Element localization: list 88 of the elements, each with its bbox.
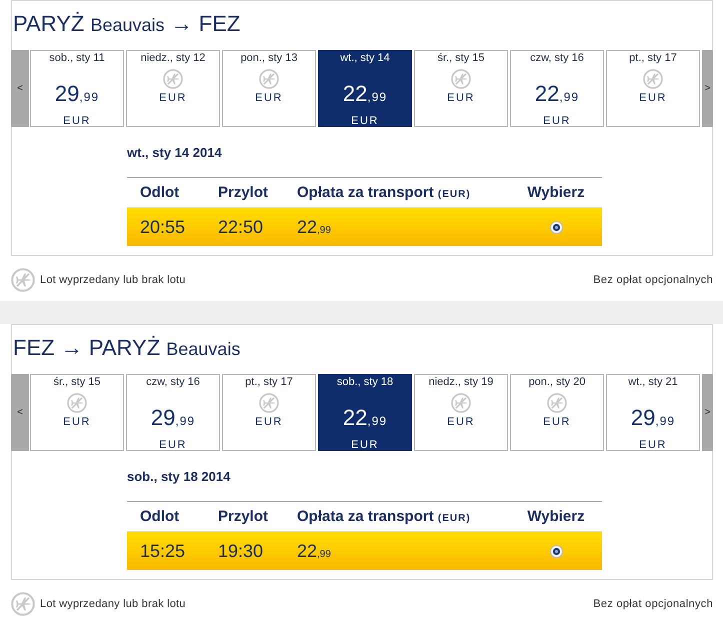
currency-label: EUR [543,415,571,429]
date-label: czw, sty 16 [146,375,200,389]
currency-label: EUR [447,415,475,429]
crossed-plane-icon [11,592,35,616]
date-cell[interactable]: śr., sty 15 EUR [30,374,124,451]
crossed-plane-icon [259,69,279,89]
currency-label: EUR [63,415,91,429]
flight-row[interactable]: 15:25 19:30 22,99 [127,532,602,570]
date-label: czw, sty 16 [530,51,584,65]
currency-label: EUR [255,91,283,105]
currency-label: EUR [63,114,91,128]
crossed-plane-icon [67,393,87,413]
fare-price: 22,99 [342,82,388,108]
prev-button[interactable]: < [11,50,29,127]
date-cell[interactable]: pt., sty 17 EUR [222,374,316,451]
fare-price: 22,99 [342,406,388,432]
date-label: niedz., sty 12 [140,51,206,65]
fare-price: 22,99 [297,540,331,562]
crossed-plane-icon [451,69,471,89]
date-cell[interactable]: niedz., sty 12 EUR [126,50,220,127]
legend-text: Lot wyprzedany lub brak lotu [40,274,186,286]
date-label: pon., sty 13 [240,51,298,65]
date-cell[interactable]: pt., sty 17 EUR [606,50,700,127]
currency-label: EUR [543,114,571,128]
date-label: niedz., sty 19 [428,375,494,389]
currency-label: EUR [351,438,379,452]
currency-label: EUR [159,438,187,452]
column-header: Wybierz [527,508,585,525]
date-cell[interactable]: pon., sty 13 EUR [222,50,316,127]
date-label: pt., sty 17 [629,51,677,65]
currency-label: EUR [159,91,187,105]
date-cell[interactable]: wt., sty 14 22,99 EUR [318,50,412,127]
selected-date: sob., sty 18 2014 [127,469,232,485]
date-cell[interactable]: śr., sty 15 EUR [414,50,508,127]
fare-price: 22,99 [534,82,580,108]
crossed-plane-icon [163,69,183,89]
column-header: Opłata za transport (EUR) [297,184,471,201]
date-cell[interactable]: niedz., sty 19 EUR [414,374,508,451]
column-header: Przylot [218,184,268,201]
date-label: sob., sty 18 [336,375,394,389]
crossed-plane-icon [11,268,35,292]
date-label: śr., sty 15 [53,375,101,389]
date-label: pon., sty 20 [528,375,586,389]
date-label: pt., sty 17 [245,375,293,389]
date-cell[interactable]: pon., sty 20 EUR [510,374,604,451]
date-label: wt., sty 14 [340,51,390,65]
crossed-plane-icon [259,393,279,413]
radio-button[interactable] [550,544,562,558]
currency-label: EUR [255,415,283,429]
column-header: Odlot [140,508,180,525]
column-header: Odlot [140,184,180,201]
currency-label: EUR [351,114,379,128]
date-label: śr., sty 15 [437,51,485,65]
date-cell[interactable]: sob., sty 11 29,99 EUR [30,50,124,127]
arrival-time: 22:50 [218,216,264,238]
currency-label: EUR [639,438,667,452]
currency-label: EUR [639,91,667,105]
next-button[interactable]: > [702,50,713,127]
selected-date: wt., sty 14 2014 [127,145,223,161]
date-cell[interactable]: sob., sty 18 22,99 EUR [318,374,412,451]
fare-price: 29,99 [630,406,676,432]
arrival-time: 19:30 [218,540,264,562]
route-title: PARYŻ Beauvais → FEZ [12,10,242,38]
prev-button[interactable]: < [11,374,29,451]
departure-time: 15:25 [140,540,186,562]
legend-text: Lot wyprzedany lub brak lotu [40,598,186,610]
fees-note: Bez opłat opcjonalnych [593,274,713,286]
date-cell[interactable]: czw, sty 16 29,99 EUR [126,374,220,451]
date-label: wt., sty 21 [628,375,678,389]
currency-label: EUR [447,91,475,105]
fare-price: 22,99 [297,216,331,238]
radio-button[interactable] [550,220,562,234]
crossed-plane-icon [451,393,471,413]
crossed-plane-icon [547,393,567,413]
next-button[interactable]: > [702,374,713,451]
fees-note: Bez opłat opcjonalnych [593,598,713,610]
column-header: Opłata za transport (EUR) [297,508,471,525]
fare-price: 29,99 [150,406,196,432]
fare-price: 29,99 [54,82,100,108]
date-cell[interactable]: wt., sty 21 29,99 EUR [606,374,700,451]
flight-row[interactable]: 20:55 22:50 22,99 [127,208,602,246]
column-header: Przylot [218,508,268,525]
route-title: FEZ → PARYŻ Beauvais [12,334,242,362]
departure-time: 20:55 [140,216,186,238]
column-header: Wybierz [527,184,585,201]
crossed-plane-icon [643,69,663,89]
date-label: sob., sty 11 [49,51,105,65]
date-cell[interactable]: czw, sty 16 22,99 EUR [510,50,604,127]
